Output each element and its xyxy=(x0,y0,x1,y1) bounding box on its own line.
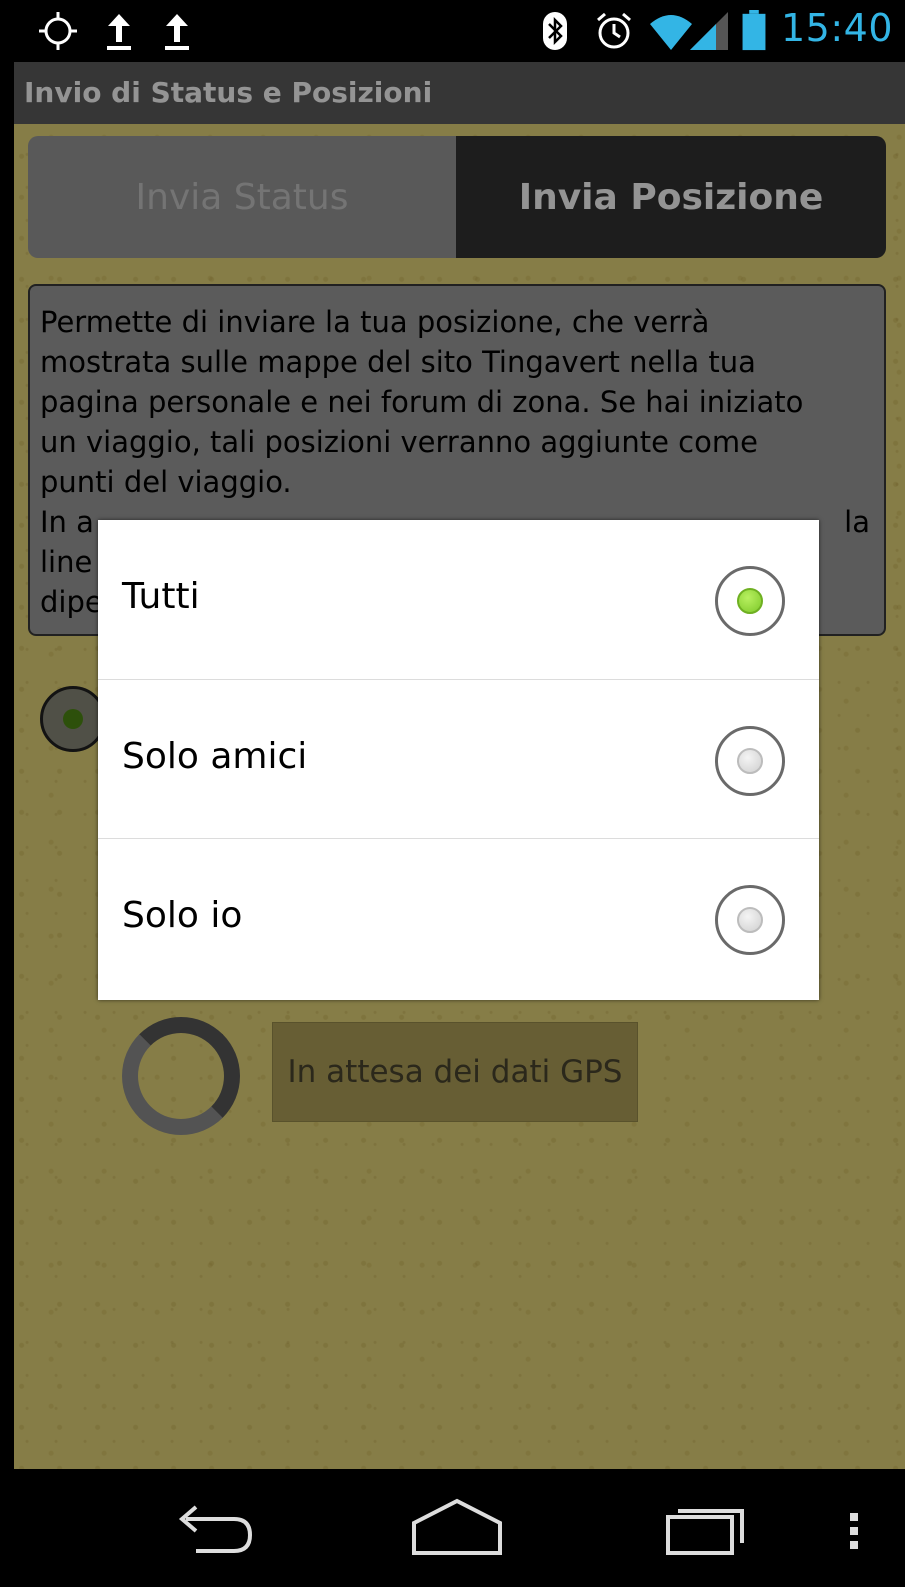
app-screen: Invio di Status e Posizioni Invia Status… xyxy=(14,62,905,1469)
recent-apps-icon[interactable] xyxy=(664,1489,754,1569)
option-label: Tutti xyxy=(122,576,200,617)
option-label: Solo amici xyxy=(122,736,308,777)
navigation-bar xyxy=(0,1469,905,1587)
clock: 15:40 xyxy=(780,6,893,50)
option-solo-amici[interactable]: Solo amici xyxy=(98,679,819,838)
visibility-dialog: Tutti Solo amici Solo io xyxy=(98,520,819,1000)
signal-icon xyxy=(690,12,728,50)
option-tutti[interactable]: Tutti xyxy=(98,520,819,679)
option-label: Solo io xyxy=(122,895,243,936)
status-bar: 15:40 xyxy=(0,0,905,62)
battery-icon xyxy=(742,10,766,51)
gps-icon xyxy=(39,12,77,50)
alarm-icon xyxy=(597,12,631,49)
radio-checked-icon[interactable] xyxy=(715,566,785,636)
upload-icon xyxy=(165,14,189,50)
option-solo-io[interactable]: Solo io xyxy=(98,838,819,998)
bluetooth-icon xyxy=(543,12,567,50)
menu-icon[interactable] xyxy=(846,1489,862,1569)
upload-icon xyxy=(107,14,131,50)
back-icon[interactable] xyxy=(166,1489,256,1569)
home-icon[interactable] xyxy=(410,1489,504,1569)
radio-unchecked-icon[interactable] xyxy=(715,885,785,955)
radio-unchecked-icon[interactable] xyxy=(715,726,785,796)
